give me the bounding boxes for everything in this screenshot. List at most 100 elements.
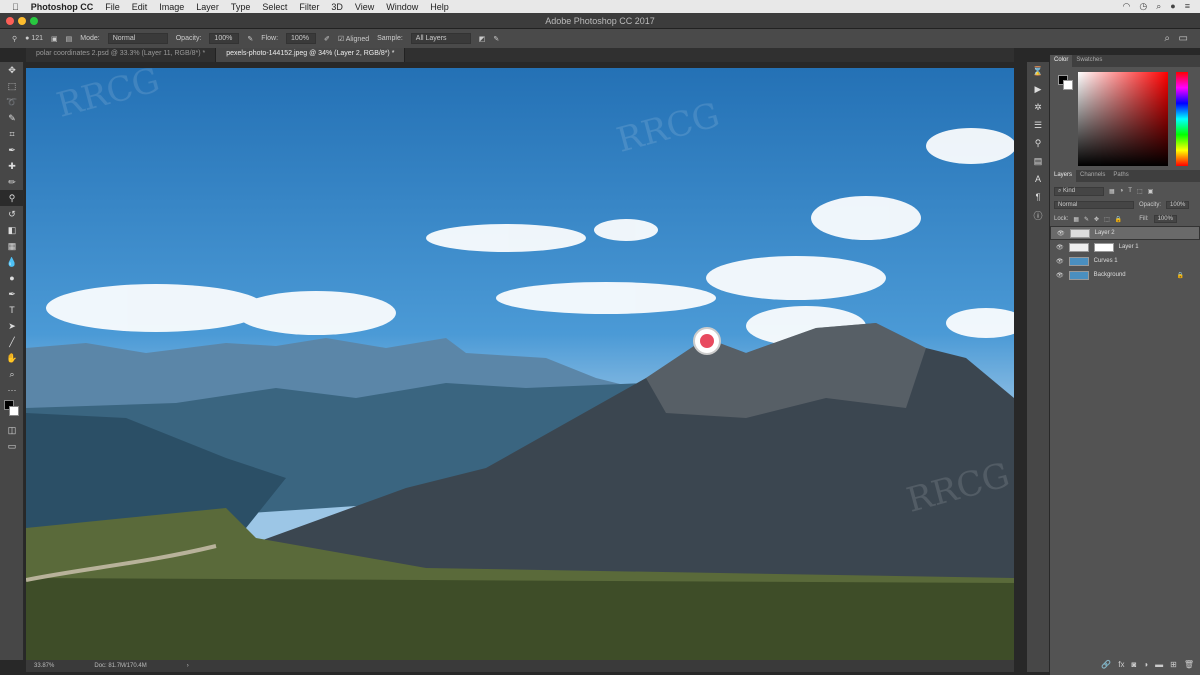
tab-layers[interactable]: Layers: [1050, 170, 1077, 182]
move-tool-icon[interactable]: ✥: [0, 62, 24, 78]
new-group-icon[interactable]: ▬: [1155, 660, 1163, 669]
path-select-tool-icon[interactable]: ➤: [0, 318, 24, 334]
add-mask-icon[interactable]: ◙: [1131, 660, 1136, 669]
more-tools-icon[interactable]: ···: [0, 382, 24, 398]
color-field[interactable]: [1078, 72, 1168, 166]
clock-icon[interactable]: ◷: [1139, 1, 1147, 12]
marquee-tool-icon[interactable]: ⬚: [0, 78, 24, 94]
menu-select[interactable]: Select: [262, 2, 287, 12]
tab-swatches[interactable]: Swatches: [1072, 55, 1106, 67]
history-brush-tool-icon[interactable]: ↺: [0, 206, 24, 222]
menu-view[interactable]: View: [355, 2, 374, 12]
tab-pexels-photo[interactable]: pexels-photo-144152.jpeg @ 34% (Layer 2,…: [216, 48, 406, 62]
info-icon[interactable]: ⓘ: [1027, 206, 1049, 224]
notification-icon[interactable]: ≡: [1185, 1, 1190, 12]
quick-mask-icon[interactable]: ◫: [0, 422, 24, 438]
airbrush-icon[interactable]: ✐: [324, 35, 330, 43]
background-color[interactable]: [1063, 80, 1073, 90]
gradient-tool-icon[interactable]: ▦: [0, 238, 24, 254]
siri-icon[interactable]: ●: [1170, 1, 1175, 12]
menu-image[interactable]: Image: [159, 2, 184, 12]
brush-settings-icon[interactable]: ☰: [1027, 116, 1049, 134]
filter-smart-icon[interactable]: ▣: [1148, 188, 1154, 195]
lock-image-icon[interactable]: ✎: [1084, 216, 1089, 223]
menu-help[interactable]: Help: [430, 2, 449, 12]
clone-stamp-tool-icon[interactable]: ⚲: [0, 190, 24, 206]
visibility-eye-icon[interactable]: 👁: [1057, 230, 1065, 237]
menu-window[interactable]: Window: [386, 2, 418, 12]
history-icon[interactable]: ⌛: [1027, 62, 1049, 80]
menu-filter[interactable]: Filter: [299, 2, 319, 12]
wifi-icon[interactable]: ◠: [1123, 1, 1131, 12]
type-tool-icon[interactable]: T: [0, 302, 24, 318]
lock-all-icon[interactable]: 🔒: [1115, 216, 1122, 223]
opacity-input[interactable]: 100%: [209, 33, 240, 44]
tab-paths[interactable]: Paths: [1109, 170, 1132, 182]
layer-row[interactable]: 👁 Background 🔒: [1050, 268, 1200, 282]
menu-layer[interactable]: Layer: [196, 2, 219, 12]
actions-icon[interactable]: ▶: [1027, 80, 1049, 98]
pressure-size-icon[interactable]: ✎: [493, 35, 499, 43]
clone-stamp-icon[interactable]: ⚲: [12, 35, 17, 43]
pen-tool-icon[interactable]: ✒: [0, 286, 24, 302]
layer-row[interactable]: 👁 Layer 2: [1050, 226, 1200, 240]
quick-select-tool-icon[interactable]: ✎: [0, 110, 24, 126]
aligned-checkbox[interactable]: ☑ Aligned: [338, 35, 369, 43]
shape-tool-icon[interactable]: ╱: [0, 334, 24, 350]
healing-brush-tool-icon[interactable]: ✚: [0, 158, 24, 174]
link-layers-icon[interactable]: 🔗: [1101, 660, 1111, 669]
document-canvas[interactable]: RRCG RRCG RRCG: [26, 68, 1014, 660]
brush-preset-picker[interactable]: ● 121: [25, 35, 43, 42]
menu-3d[interactable]: 3D: [331, 2, 343, 12]
flow-input[interactable]: 100%: [286, 33, 317, 44]
eraser-tool-icon[interactable]: ◧: [0, 222, 24, 238]
ignore-adjustment-icon[interactable]: ◩: [479, 35, 486, 43]
menu-edit[interactable]: Edit: [132, 2, 148, 12]
lasso-tool-icon[interactable]: ➰: [0, 94, 24, 110]
mode-select[interactable]: Normal: [107, 33, 168, 44]
filter-shape-icon[interactable]: ⬚: [1137, 188, 1143, 195]
lock-pixels-icon[interactable]: ▦: [1073, 216, 1079, 223]
apple-icon[interactable]: : [12, 2, 19, 12]
clone-source-icon[interactable]: ⚲: [1027, 134, 1049, 152]
workspace-icon[interactable]: ▭: [1179, 33, 1188, 44]
lock-artboard-icon[interactable]: ⬚: [1104, 216, 1110, 223]
screen-mode-icon[interactable]: ▭: [0, 438, 24, 454]
filter-pixel-icon[interactable]: ▦: [1109, 188, 1115, 195]
menu-file[interactable]: File: [105, 2, 120, 12]
delete-layer-icon[interactable]: 🗑: [1184, 660, 1194, 669]
character-icon[interactable]: A: [1027, 170, 1049, 188]
layer-row[interactable]: 👁 Curves 1: [1050, 254, 1200, 268]
status-menu-arrow[interactable]: ›: [187, 663, 189, 669]
color-swatches-icon[interactable]: [0, 398, 24, 422]
hue-slider[interactable]: [1176, 72, 1188, 166]
tab-polar-coordinates[interactable]: polar coordinates 2.psd @ 33.3% (Layer 1…: [26, 48, 217, 62]
layer-filter-select[interactable]: ⌕ Kind: [1054, 186, 1104, 196]
toggle-clone-source-icon[interactable]: ▤: [66, 35, 73, 43]
menu-type[interactable]: Type: [231, 2, 251, 12]
sample-select[interactable]: All Layers: [410, 33, 471, 44]
tab-channels[interactable]: Channels: [1076, 170, 1109, 182]
filter-adjust-icon[interactable]: ◑: [1120, 188, 1124, 194]
layer-row[interactable]: 👁 Layer 1: [1050, 240, 1200, 254]
pressure-opacity-icon[interactable]: ✎: [247, 35, 253, 43]
lock-position-icon[interactable]: ✥: [1094, 216, 1099, 223]
properties-icon[interactable]: ▤: [1027, 152, 1049, 170]
brush-tool-icon[interactable]: ✏: [0, 174, 24, 190]
new-layer-icon[interactable]: ⊞: [1170, 660, 1177, 669]
zoom-tool-icon[interactable]: ⌕: [0, 366, 24, 382]
layer-opacity-input[interactable]: 100%: [1166, 201, 1190, 209]
menu-app[interactable]: Photoshop CC: [31, 2, 94, 12]
visibility-eye-icon[interactable]: 👁: [1056, 272, 1064, 279]
blur-tool-icon[interactable]: 💧: [0, 254, 24, 270]
dodge-tool-icon[interactable]: ●: [0, 270, 24, 286]
adjustments-icon[interactable]: ✲: [1027, 98, 1049, 116]
toggle-brush-panel-icon[interactable]: ▣: [51, 35, 58, 43]
crop-tool-icon[interactable]: ⌗: [0, 126, 24, 142]
visibility-eye-icon[interactable]: 👁: [1056, 258, 1064, 265]
fill-input[interactable]: 100%: [1153, 215, 1177, 223]
fx-icon[interactable]: fx: [1118, 660, 1124, 669]
eyedropper-tool-icon[interactable]: ✒: [0, 142, 24, 158]
search-icon[interactable]: ⌕: [1164, 33, 1170, 44]
search-icon[interactable]: ⌕: [1156, 1, 1161, 12]
